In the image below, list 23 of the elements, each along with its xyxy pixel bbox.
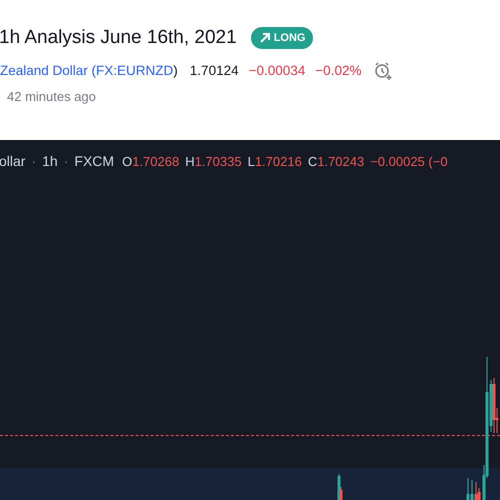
ohlc-label: O [122, 152, 132, 171]
ohlc-label: L [248, 152, 255, 171]
legend-source: FXCM [74, 152, 114, 171]
symbol-link[interactable]: Zealand Dollar (FX:EURNZD [0, 60, 174, 81]
legend-separator: · [64, 152, 68, 171]
published-time: 42 minutes ago [7, 88, 97, 106]
legend-interval: 1h [42, 152, 58, 171]
idea-title: 1h Analysis June 16th, 2021 [0, 26, 237, 50]
price-text: 1.70124 [190, 62, 239, 80]
ohlc-value: 1.70243 [317, 152, 364, 171]
ohlc-value: 1.70268 [132, 152, 180, 171]
legend-change: −0.00025 (−0 [370, 152, 448, 171]
ohlc-value: 1.70335 [194, 152, 242, 171]
alarm-clock-icon[interactable] [373, 60, 394, 81]
ohlc-value: 1.70216 [254, 152, 302, 171]
ohlc-label: H [185, 152, 195, 171]
ohlc-label: C [308, 152, 318, 171]
change-percent-text: −0.02% [315, 62, 362, 80]
legend-separator: · [31, 152, 36, 171]
paren-text: ) [173, 62, 178, 80]
arrow-up-right-icon [258, 32, 271, 44]
long-badge: LONG [250, 27, 314, 50]
change-text: −0.00034 [248, 62, 306, 80]
